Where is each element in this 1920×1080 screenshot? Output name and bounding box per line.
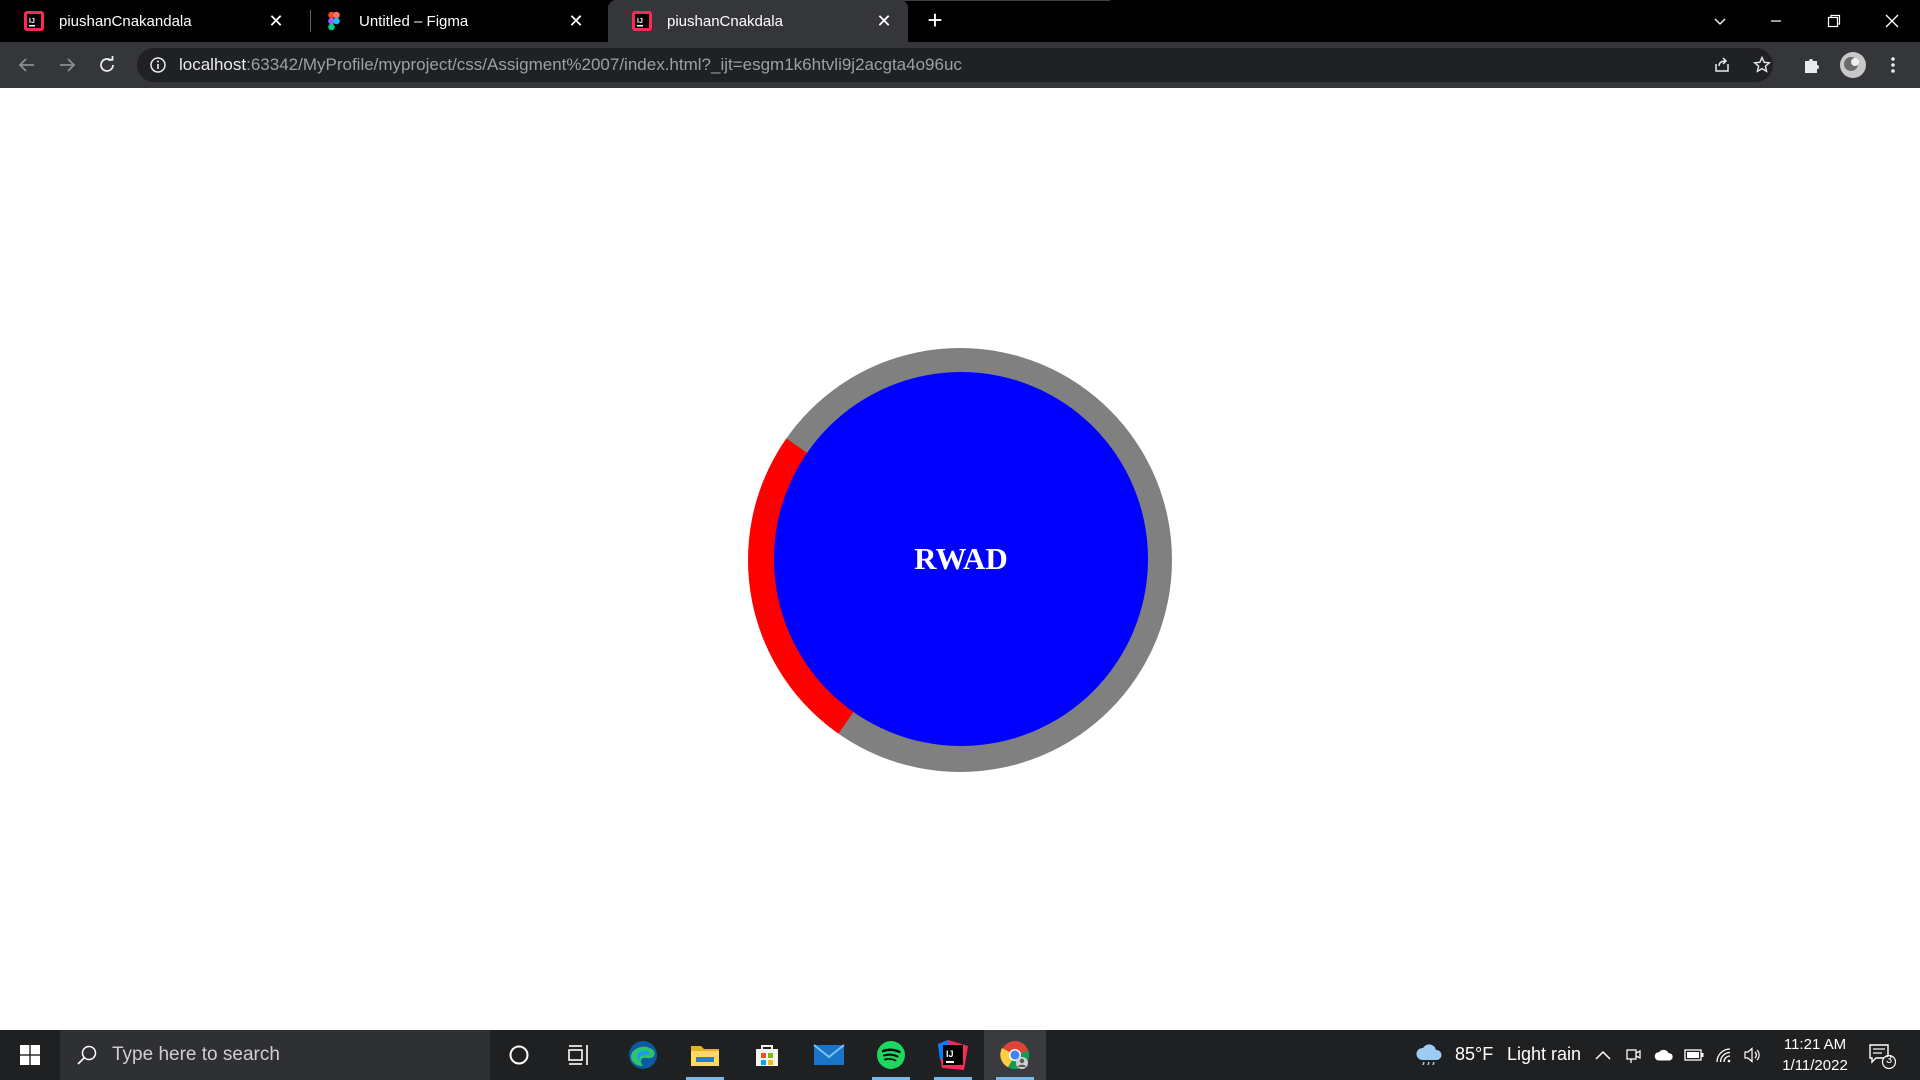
- intellij-taskbar-button[interactable]: IJ: [922, 1030, 984, 1080]
- intellij-icon: IJ: [632, 11, 652, 31]
- chevron-up-icon: [1595, 1050, 1611, 1060]
- action-center-button[interactable]: 3: [1868, 1043, 1896, 1069]
- tab-close-icon[interactable]: ✕: [566, 11, 586, 31]
- svg-text:IJ: IJ: [637, 18, 643, 25]
- restore-button[interactable]: [1806, 0, 1862, 42]
- tab-strip: IJ piushanCnakandala ✕ Untitled – Figma …: [0, 0, 1920, 42]
- address-bar[interactable]: localhost:63342/MyProfile/myproject/css/…: [137, 48, 1773, 82]
- speaker-icon: [1744, 1047, 1760, 1063]
- page-content: RWAD: [0, 88, 1920, 1030]
- cloud-icon: [1654, 1049, 1673, 1061]
- tab-title: piushanCnakdala: [667, 12, 783, 30]
- network-button[interactable]: [1714, 1045, 1734, 1065]
- intellij-icon: IJ: [938, 1040, 968, 1070]
- tab-piushancnakandala[interactable]: IJ piushanCnakandala ✕: [0, 0, 300, 42]
- tab-close-icon[interactable]: ✕: [874, 11, 894, 31]
- tab-figma[interactable]: Untitled – Figma ✕: [300, 0, 600, 42]
- edge-taskbar-button[interactable]: [612, 1030, 674, 1080]
- weather-temp[interactable]: 85°F: [1455, 1044, 1493, 1065]
- share-icon: [1715, 57, 1729, 72]
- info-icon[interactable]: [149, 56, 167, 74]
- spotify-taskbar-button[interactable]: [860, 1030, 922, 1080]
- reload-button[interactable]: [91, 49, 123, 81]
- forward-button[interactable]: [51, 49, 83, 81]
- wifi-icon: [1716, 1048, 1731, 1063]
- restore-icon: [1827, 14, 1841, 28]
- close-icon: [1885, 14, 1899, 28]
- battery-icon: [1684, 1049, 1704, 1061]
- star-icon: [1753, 56, 1771, 73]
- svg-text:IJ: IJ: [29, 18, 35, 25]
- clock-date: 1/11/2022: [1782, 1057, 1848, 1074]
- weather-description[interactable]: Light rain: [1507, 1044, 1581, 1065]
- bookmark-button[interactable]: [1747, 50, 1777, 80]
- onedrive-button[interactable]: [1654, 1045, 1674, 1065]
- browser-toolbar: localhost:63342/MyProfile/myproject/css/…: [0, 42, 1920, 88]
- back-button[interactable]: [11, 49, 43, 81]
- task-view-icon: [568, 1045, 588, 1065]
- folder-icon: [691, 1046, 719, 1066]
- clock-time: 11:21 AM: [1783, 1036, 1847, 1053]
- camera-icon: [1626, 1049, 1641, 1063]
- volume-button[interactable]: [1743, 1045, 1763, 1065]
- loading-track: [870, 0, 1110, 1]
- store-taskbar-button[interactable]: [736, 1030, 798, 1080]
- extensions-button[interactable]: [1797, 50, 1827, 80]
- taskbar-search-input[interactable]: Type here to search: [60, 1030, 490, 1080]
- mail-taskbar-button[interactable]: [798, 1030, 860, 1080]
- windows-logo-icon: [20, 1045, 40, 1065]
- intellij-icon: IJ: [24, 11, 44, 31]
- cortana-circle-icon: [509, 1045, 529, 1065]
- circle-label: RWAD: [914, 541, 1008, 576]
- battery-button[interactable]: [1684, 1045, 1704, 1065]
- url-text: localhost:63342/MyProfile/myproject/css/…: [179, 55, 962, 75]
- store-icon: [756, 1045, 778, 1066]
- chrome-taskbar-button[interactable]: [984, 1030, 1046, 1080]
- cortana-button[interactable]: [488, 1030, 550, 1080]
- arrow-left-icon: [18, 58, 34, 72]
- mail-icon: [813, 1044, 845, 1065]
- share-button[interactable]: [1707, 50, 1737, 80]
- tab-close-icon[interactable]: ✕: [266, 11, 286, 31]
- chrome-icon: [1000, 1041, 1030, 1070]
- search-placeholder: Type here to search: [112, 1044, 280, 1065]
- figma-icon: [328, 11, 340, 31]
- puzzle-icon: [1805, 59, 1819, 73]
- more-vertical-icon: [1891, 57, 1895, 73]
- tab-piushancnakdala[interactable]: IJ piushanCnakdala ✕: [608, 0, 908, 42]
- url-path: :63342/MyProfile/myproject/css/Assigment…: [246, 55, 962, 74]
- profile-avatar[interactable]: [1838, 50, 1868, 80]
- close-window-button[interactable]: [1864, 0, 1920, 42]
- svg-text:IJ: IJ: [946, 1049, 954, 1059]
- spotify-icon: [877, 1041, 905, 1069]
- edge-icon: [629, 1041, 657, 1069]
- tab-search-button[interactable]: [1692, 0, 1748, 42]
- reload-icon: [100, 56, 114, 72]
- weather-cloud-icon[interactable]: [1415, 1043, 1443, 1065]
- file-explorer-taskbar-button[interactable]: [674, 1030, 736, 1080]
- meet-now-button[interactable]: [1623, 1045, 1643, 1065]
- tab-title: piushanCnakandala: [59, 12, 192, 30]
- minimize-button[interactable]: [1748, 0, 1804, 42]
- menu-button[interactable]: [1878, 50, 1908, 80]
- avatar-icon: [1840, 52, 1866, 78]
- start-button[interactable]: [0, 1030, 60, 1080]
- new-tab-button[interactable]: +: [922, 7, 948, 34]
- notification-count: 3: [1886, 1054, 1893, 1066]
- task-view-button[interactable]: [549, 1030, 611, 1080]
- search-icon: [77, 1045, 97, 1065]
- minimize-icon: [1771, 20, 1781, 22]
- chevron-down-icon: [1714, 18, 1726, 25]
- url-host: localhost: [179, 55, 247, 74]
- windows-taskbar: Type here to search IJ 85°F Light rain 1…: [0, 1030, 1920, 1080]
- arrow-right-icon: [60, 58, 76, 72]
- show-hidden-icons-button[interactable]: [1593, 1045, 1613, 1065]
- taskbar-clock[interactable]: 11:21 AM 1/11/2022: [1770, 1034, 1860, 1076]
- tab-title: Untitled – Figma: [359, 12, 469, 30]
- circle-badge: RWAD: [774, 372, 1148, 746]
